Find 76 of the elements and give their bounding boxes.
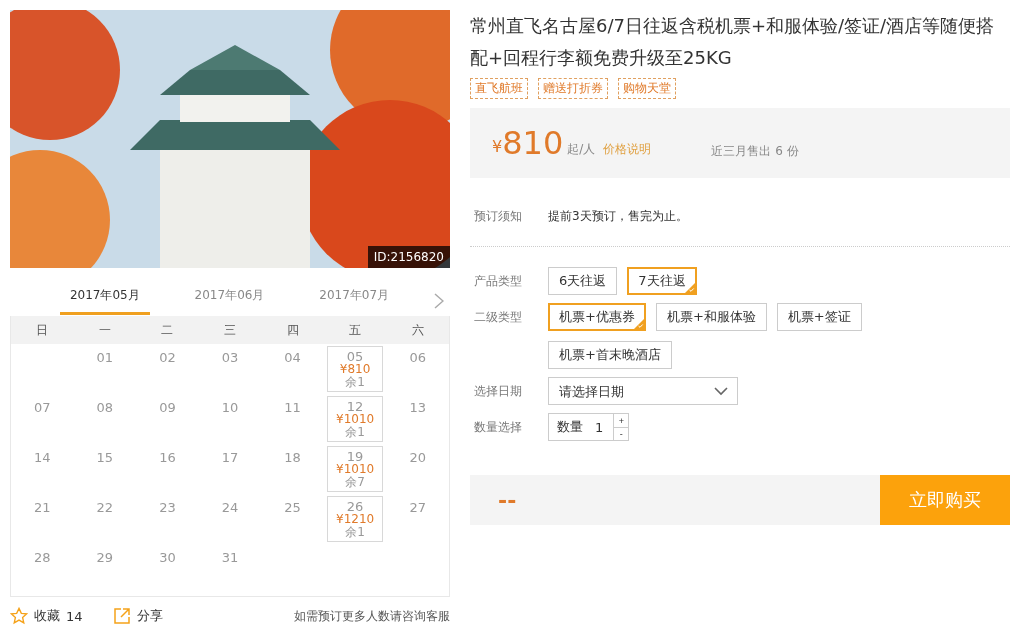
calendar-day[interactable]: 23 [159,500,176,516]
calendar-day[interactable]: 06 [409,350,426,366]
check-corner-icon [684,283,695,293]
calendar-day[interactable]: 20 [409,450,426,466]
calendar-day-option[interactable]: 12 ¥1010 余1 [327,396,384,442]
option-button[interactable]: 机票+签证 [776,303,862,331]
calendar-day[interactable]: 03 [221,350,239,366]
buy-now-button[interactable]: 立即购买 [880,475,1010,525]
month-tab[interactable]: 2017年07月 [309,287,399,315]
feature-tag: 购物天堂 [618,78,676,99]
currency-symbol: ¥ [492,136,503,156]
calendar-day[interactable]: 29 [96,550,114,566]
option-button[interactable]: 机票+和服体验 [655,303,767,331]
calendar-day[interactable]: 08 [96,400,114,416]
calendar-day[interactable]: 04 [284,350,301,366]
weekday-label: 四 [285,321,300,339]
option-button[interactable]: 机票+优惠券 [548,303,646,331]
calendar-day-option[interactable]: 26 ¥1210 余1 [327,496,384,542]
calendar-day[interactable]: 31 [221,550,239,566]
share-link[interactable]: 分享 [136,607,163,625]
date-select[interactable]: 请选择日期 [548,377,738,405]
calendar-day[interactable]: 14 [34,450,51,466]
calendar-day[interactable]: 24 [221,500,239,516]
calendar-day[interactable]: 13 [409,400,426,416]
weekday-label: 二 [160,321,175,339]
calendar-day[interactable]: 07 [34,400,51,416]
weekday-label: 日 [35,321,50,339]
booking-notice: 提前3天预订，售完为止。 [548,208,688,225]
field-label: 选择日期 [473,383,523,400]
field-label: 预订须知 [473,208,523,225]
field-label: 二级类型 [473,309,523,326]
calendar-day[interactable]: 30 [159,550,176,566]
calendar-day[interactable]: 25 [284,500,301,516]
calendar-day[interactable]: 10 [221,400,239,416]
calendar-day[interactable]: 22 [96,500,114,516]
chevron-down-icon [714,387,728,396]
share-icon[interactable] [112,607,131,625]
weekday-label: 五 [348,321,363,339]
price-info-link[interactable]: 价格说明 [603,140,652,158]
calendar-day-option[interactable]: 19 ¥1010 余7 [327,446,384,492]
check-corner-icon [633,319,644,329]
star-icon[interactable] [10,607,28,625]
option-button[interactable]: 7天往返 [627,267,697,295]
calendar-day[interactable]: 17 [221,450,239,466]
field-label: 数量选择 [473,419,523,436]
field-label: 产品类型 [473,273,523,290]
calendar-day[interactable]: 15 [96,450,114,466]
calendar-day[interactable]: 27 [409,500,426,516]
calendar-day-option[interactable]: 05 ¥810 余1 [327,346,384,392]
calendar-day[interactable]: 16 [159,450,176,466]
quantity-value: 1 [595,419,604,435]
total-price: -- [498,487,517,513]
calendar-day[interactable]: 11 [284,400,301,416]
weekday-label: 六 [410,321,425,339]
price-amount: 810 [502,124,564,162]
calendar-day[interactable]: 28 [34,550,51,566]
option-button[interactable]: 机票+首末晚酒店 [548,341,672,369]
calendar-day[interactable]: 09 [159,400,176,416]
favorite-link[interactable]: 收藏 [34,607,60,625]
image-id-badge: ID:2156820 [367,246,450,268]
quantity-label: 数量 [557,418,583,436]
calendar-day[interactable]: 01 [96,350,114,366]
weekday-label: 三 [223,321,237,339]
calendar-day[interactable]: 02 [159,350,176,366]
calendar-day[interactable]: 21 [34,500,51,516]
option-button[interactable]: 6天往返 [548,267,618,295]
feature-tag: 赠送打折券 [538,78,608,99]
feature-tag: 直飞航班 [470,78,528,99]
weekday-label: 一 [97,321,112,339]
favorite-count: 14 [66,608,83,624]
calendar-day[interactable]: 18 [284,450,301,466]
consult-note: 如需预订更多人数请咨询客服 [294,607,450,625]
month-tab[interactable]: 2017年06月 [184,287,275,315]
sales-count: 近三月售出 6 份 [711,142,799,160]
product-title: 常州直飞名古屋6/7日往返含税机票+和服体验/签证/酒店等随便搭配+回程行李额免费升级至25KG [470,14,996,70]
price-unit: 起/人 [567,140,596,158]
